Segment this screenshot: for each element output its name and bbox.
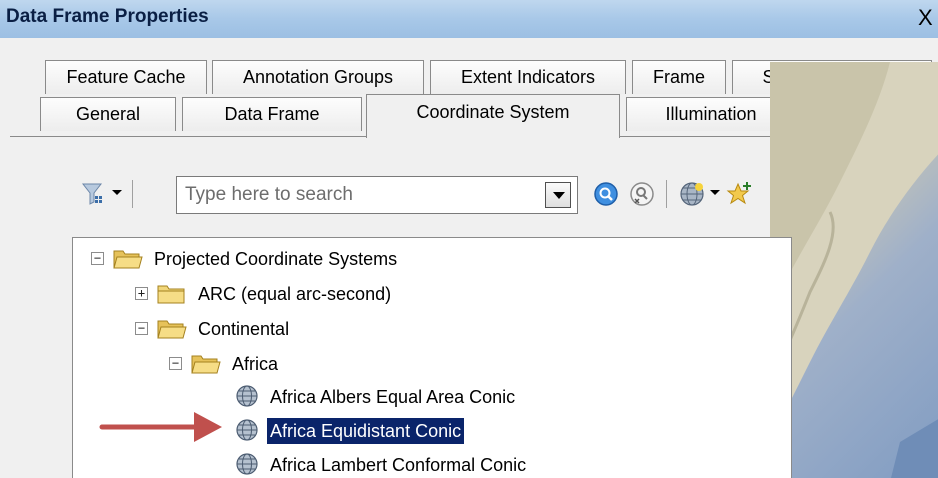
expand-toggle[interactable]: + [135,287,148,300]
tab-coordinate-system[interactable]: Coordinate System [366,94,620,138]
search-dropdown-button[interactable] [545,182,571,208]
tree-item-label-selected: Africa Equidistant Conic [267,418,465,444]
tab-general[interactable]: General [40,97,176,131]
add-favorite-icon[interactable] [726,180,754,208]
globe-icon[interactable] [678,180,706,208]
closed-folder-icon [157,283,187,305]
tree-item-africa-lambert-conformal-conic[interactable]: Africa Lambert Conformal Conic [73,450,773,478]
open-folder-icon [157,318,187,340]
filter-dropdown-arrow-icon[interactable] [112,190,122,195]
tree-item-label: Africa Lambert Conformal Conic [270,455,527,475]
open-folder-icon [191,353,221,375]
tree-item-projected-coordinate-systems[interactable]: − Projected Coordinate Systems [73,244,773,274]
search-combobox[interactable] [176,176,578,214]
map-background-image [770,62,938,478]
tree-item-label: Africa Albers Equal Area Conic [270,387,516,407]
toolbar-separator [666,180,667,208]
tree-item-continental[interactable]: − Continental [73,314,773,344]
tree-item-label: Projected Coordinate Systems [154,249,398,269]
tab-annotation-groups[interactable]: Annotation Groups [212,60,424,94]
open-folder-icon [113,248,143,270]
tree-item-arc-equal-arc-second[interactable]: + ARC (equal arc-second) [73,279,773,309]
tab-extent-indicators[interactable]: Extent Indicators [430,60,626,94]
window-title: Data Frame Properties [6,6,209,27]
tree-item-africa[interactable]: − Africa [73,349,773,379]
filter-icon[interactable] [80,180,108,208]
tree-item-label: Africa [232,354,279,374]
tree-item-label: Continental [198,319,290,339]
collapse-toggle[interactable]: − [169,357,182,370]
clear-search-icon[interactable] [628,180,656,208]
tab-data-frame[interactable]: Data Frame [182,97,362,131]
tab-frame[interactable]: Frame [632,60,726,94]
globe-dropdown-arrow-icon[interactable] [710,190,720,195]
search-toolbar [80,176,800,214]
tree-item-label: ARC (equal arc-second) [198,284,392,304]
collapse-toggle[interactable]: − [91,252,104,265]
collapse-toggle[interactable]: − [135,322,148,335]
title-bar: Data Frame Properties X [0,0,938,38]
close-button[interactable]: X [918,4,938,32]
tab-feature-cache[interactable]: Feature Cache [45,60,207,94]
data-frame-properties-dialog: Data Frame Properties X Feature Cache An… [0,0,938,478]
globe-icon [235,452,259,476]
toolbar-separator [132,180,133,208]
annotation-arrow-icon [99,412,222,442]
globe-icon [235,384,259,408]
globe-icon [235,418,259,442]
search-icon[interactable] [592,180,620,208]
search-input[interactable] [179,179,539,211]
